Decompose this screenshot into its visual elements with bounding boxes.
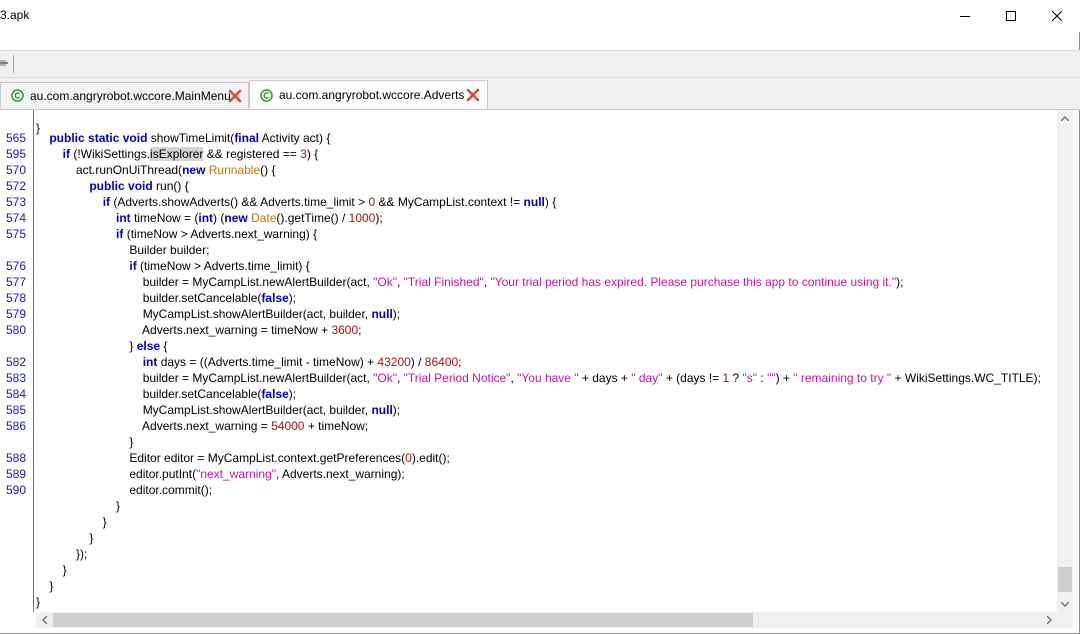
class-icon [260,88,273,102]
code-text: } [36,595,41,609]
tab-label: au.com.angryrobot.wccore.Adverts [279,88,465,102]
code-text: MyCampList.showAlertBuilder(act, builder… [36,307,401,321]
tab-mainmenu[interactable]: au.com.angryrobot.wccore.MainMenu [0,82,249,108]
chevron-up-icon [1061,115,1069,121]
tab-adverts[interactable]: au.com.angryrobot.wccore.Adverts [249,80,488,109]
line-number: 580 [6,323,27,337]
line-number: 589 [6,467,27,481]
code-text: builder.setCancelable(false); [36,387,297,401]
scroll-thumb[interactable] [53,613,753,627]
line-number: 585 [6,403,27,417]
code-text: if (timeNow > Adverts.time_limit) { [129,259,310,273]
line-number: 575 [6,227,27,241]
line-number: 595 [6,147,27,161]
line-number: 588 [6,451,27,465]
scroll-down-button[interactable] [1057,596,1073,612]
code-text: public void run() { [89,179,189,193]
scroll-left-button[interactable] [36,612,52,628]
code-text: if (!WikiSettings.isExplorer && register… [62,147,319,161]
line-number: 570 [6,163,27,177]
tab-strip: au.com.angryrobot.wccore.MainMenu au.com… [0,78,1080,110]
scroll-right-button[interactable] [1041,612,1057,628]
tab-label: au.com.angryrobot.wccore.MainMenu [30,88,231,103]
toolbar-tool-icon[interactable] [0,57,8,69]
code-text: } [36,579,54,593]
code-text: editor.putInt("next_warning", Adverts.ne… [36,467,405,481]
code-text: builder = MyCampList.newAlertBuilder(act… [36,371,1041,385]
code-text: Editor editor = MyCampList.context.getPr… [36,451,450,465]
line-number: 565 [6,131,27,145]
vertical-scrollbar[interactable] [1057,110,1073,612]
code-text: int timeNow = (int) (new Date().getTime(… [116,211,383,225]
code-text: }); [36,547,88,561]
code-text: editor.commit(); [36,483,213,497]
code-text: } [36,435,134,449]
code-text: Adverts.next_warning = 54000 + timeNow; [36,419,369,433]
line-number: 576 [6,259,27,273]
minimize-icon [960,16,970,17]
scrollbar-corner [1057,612,1073,628]
line-number: 574 [6,211,27,225]
line-number: 583 [6,371,27,385]
chevron-down-icon [1061,601,1069,607]
line-number: 577 [6,275,27,289]
close-icon [1052,11,1062,21]
maximize-icon [1006,11,1016,21]
close-icon[interactable] [466,88,480,102]
line-number: 573 [6,195,27,209]
toolbar [0,50,1080,78]
code-text: int days = ((Adverts.time_limit - timeNo… [142,355,462,369]
close-window-button[interactable] [1034,0,1080,32]
close-icon[interactable] [228,89,242,103]
code-text: act.runOnUiThread(new Runnable() { [36,163,276,177]
code-line: } [0,110,40,135]
line-number: 590 [6,483,27,497]
code-editor[interactable]: } 565 public static void showTimeLimit(f… [0,110,1079,612]
title-bar: 3.apk [0,0,1080,32]
toolbar-separator [13,55,14,73]
code-text: public static void showTimeLimit(final A… [49,131,331,145]
code-text: } [36,499,121,513]
scroll-up-button[interactable] [1057,110,1073,126]
maximize-button[interactable] [988,0,1034,32]
chevron-right-icon [1046,616,1052,624]
chevron-left-icon [41,616,47,624]
line-number: 572 [6,179,27,193]
class-icon [11,89,24,102]
scroll-thumb[interactable] [1058,567,1072,592]
code-text: } [36,563,67,577]
minimize-button[interactable] [942,0,988,32]
code-text: builder = MyCampList.newAlertBuilder(act… [36,275,904,289]
code-text: if (Adverts.showAdverts() && Adverts.tim… [102,195,557,209]
window-title: 3.apk [0,8,30,22]
line-number: 586 [6,419,27,433]
line-number: 582 [6,355,27,369]
code-text: MyCampList.showAlertBuilder(act, builder… [36,403,401,417]
code-text: Adverts.next_warning = timeNow + 3600; [36,323,362,337]
code-text: Builder builder; [36,243,210,257]
code-text: } [36,531,94,545]
line-number: 584 [6,387,27,401]
code-text: if (timeNow > Adverts.next_warning) { [116,227,318,241]
horizontal-scrollbar[interactable] [36,612,1057,628]
code-text: } else { [36,339,168,353]
gutter-divider [33,110,34,612]
line-number: 578 [6,291,27,305]
code-text: } [36,515,107,529]
line-number: 579 [6,307,27,321]
code-text: builder.setCancelable(false); [36,291,297,305]
